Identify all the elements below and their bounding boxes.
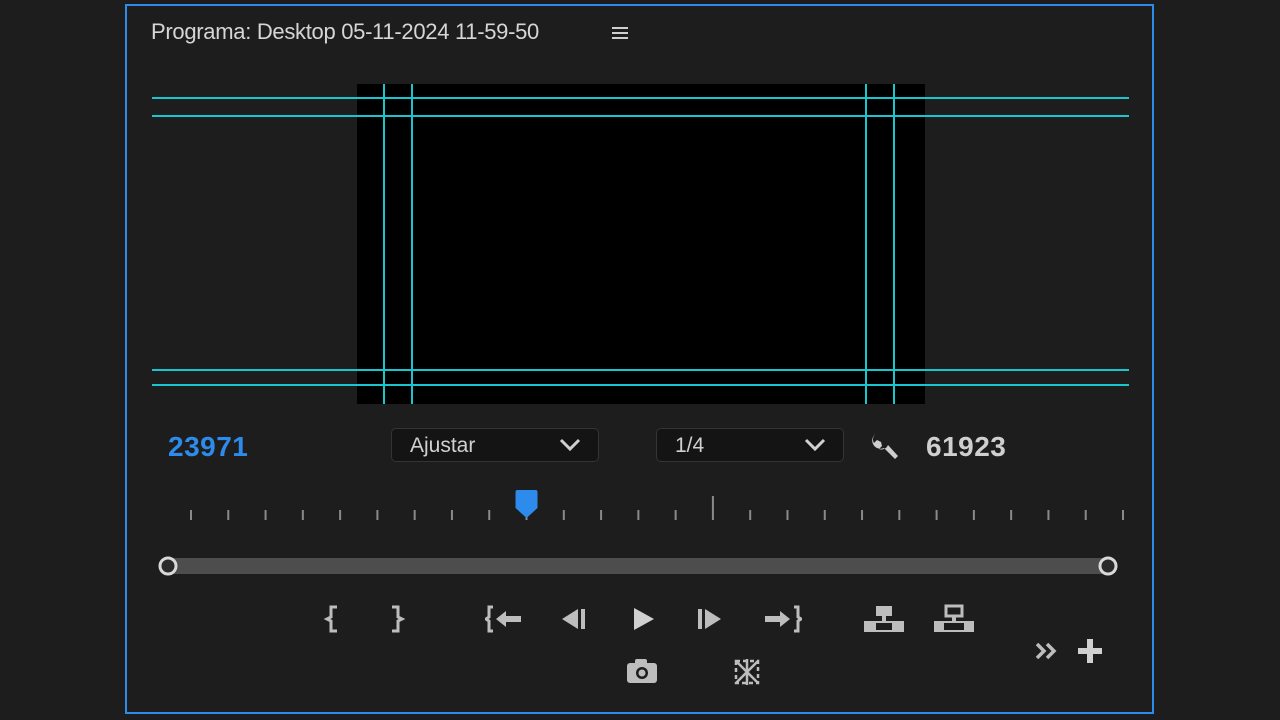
chevron-down-icon [559,438,581,452]
transport-controls [127,596,1156,706]
step-back-icon [562,609,585,629]
lift-button[interactable] [862,604,906,634]
mark-in-icon [323,605,337,633]
zoom-level-value: Ajustar [410,434,476,457]
step-back-button[interactable] [559,604,591,634]
mark-out-button[interactable] [386,604,406,634]
playhead-timecode[interactable]: 23971 [168,431,248,463]
camera-icon [627,659,657,683]
comparison-view-button[interactable] [731,656,763,688]
zoom-level-dropdown[interactable]: Ajustar [391,428,599,462]
playhead-marker[interactable] [515,490,538,518]
plus-icon [1078,639,1102,663]
go-to-out-button[interactable] [762,604,802,634]
export-frame-button[interactable] [625,656,659,686]
play-icon [634,608,654,630]
playback-resolution-dropdown[interactable]: 1/4 [656,428,844,462]
step-forward-button[interactable] [694,604,726,634]
chevron-down-icon [804,438,826,452]
scrollbar-right-handle[interactable] [1098,556,1118,576]
extract-button[interactable] [932,604,976,634]
scrollbar-track[interactable] [167,558,1109,574]
more-controls-button[interactable] [1033,638,1061,664]
duration-timecode: 61923 [926,431,1007,462]
double-chevron-right-icon [1035,642,1057,660]
mark-out-icon [392,605,406,633]
extract-icon [934,604,974,632]
scrollbar-left-handle[interactable] [158,556,178,576]
wrench-icon[interactable] [869,430,901,462]
safe-margin-guides [152,84,1129,404]
comparison-view-icon [734,659,760,685]
go-to-in-icon [485,605,521,633]
button-editor-button[interactable] [1075,636,1105,666]
play-button[interactable] [629,604,659,634]
go-to-out-icon [765,605,802,633]
lift-icon [864,606,904,632]
zoom-scrollbar[interactable] [157,555,1119,577]
time-ruler[interactable] [151,486,1141,526]
go-to-in-button[interactable] [485,604,525,634]
playback-resolution-value: 1/4 [675,434,705,457]
program-monitor-panel: Programa: Desktop 05-11-2024 11-59-50 23… [125,4,1154,714]
step-forward-icon [698,609,721,629]
mark-in-button[interactable] [323,604,343,634]
